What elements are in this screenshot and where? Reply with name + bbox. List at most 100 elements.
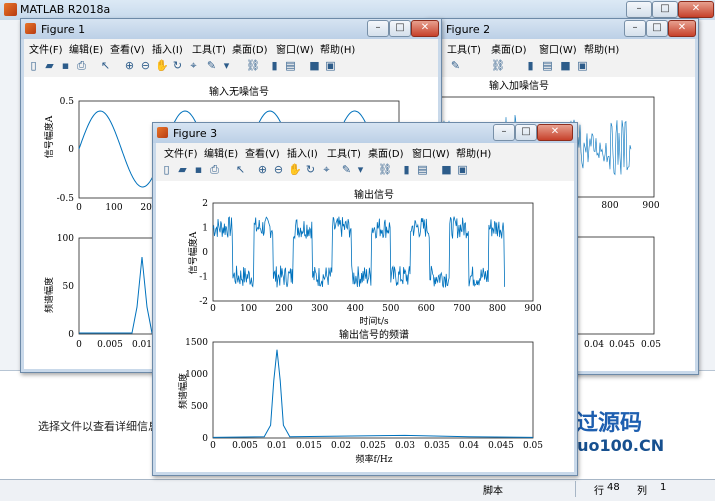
fig3-plot2-xtick: 0.03 bbox=[395, 441, 415, 451]
open-icon[interactable]: ▰ bbox=[176, 163, 189, 176]
fig2-minimize-button[interactable]: – bbox=[624, 20, 646, 37]
hide-plot-tools-icon[interactable]: ■ bbox=[308, 59, 321, 72]
pointer-icon[interactable]: ↖ bbox=[234, 163, 247, 176]
fig2-xtick: 0.05 bbox=[641, 340, 661, 350]
legend-icon[interactable]: ▤ bbox=[416, 163, 429, 176]
dropdown-arrow-icon[interactable]: ▾ bbox=[354, 163, 367, 176]
menu-help[interactable]: 帮助(H) bbox=[456, 145, 491, 160]
fig3-maximize-button[interactable]: □ bbox=[515, 124, 537, 141]
colorbar-icon[interactable]: ▮ bbox=[268, 59, 281, 72]
fig3-plot2-xtick: 0.05 bbox=[523, 441, 543, 451]
menu-insert[interactable]: 插入(I) bbox=[152, 41, 183, 56]
fig3-toolbar: ▯ ▰ ▪ ⎙ ↖ ⊕ ⊖ ✋ ↻ ⌖ ✎ ▾ ⛓ ▮ ▤ ■ ▣ bbox=[156, 160, 574, 182]
fig3-plot1-title: 输出信号 bbox=[354, 188, 394, 201]
menu-window[interactable]: 窗口(W) bbox=[276, 41, 314, 56]
fig3-plot2-ytick: 1500 bbox=[185, 338, 208, 348]
details-placeholder-text: 选择文件以查看详细信息 bbox=[38, 420, 159, 433]
menu-desktop[interactable]: 桌面(D) bbox=[491, 41, 527, 56]
link-icon[interactable]: ⛓ bbox=[491, 59, 505, 72]
hide-plot-tools-icon[interactable]: ■ bbox=[559, 59, 572, 72]
fig1-toolbar: ▯ ▰ ▪ ⎙ ↖ ⊕ ⊖ ✋ ↻ ⌖ ✎ ▾ ⛓ ▮ ▤ ■ ▣ bbox=[24, 56, 438, 78]
menu-view[interactable]: 查看(V) bbox=[110, 41, 145, 56]
menu-file[interactable]: 文件(F) bbox=[29, 41, 63, 56]
menu-help[interactable]: 帮助(H) bbox=[320, 41, 355, 56]
link-icon[interactable]: ⛓ bbox=[378, 163, 392, 176]
menu-tools[interactable]: 工具(T) bbox=[192, 41, 226, 56]
show-plot-tools-icon[interactable]: ▣ bbox=[576, 59, 589, 72]
zoom-out-icon[interactable]: ⊖ bbox=[139, 59, 152, 72]
pan-icon[interactable]: ✋ bbox=[288, 163, 302, 176]
fig1-ytick: 0 bbox=[68, 145, 74, 155]
fig3-plot1-xtick: 700 bbox=[453, 304, 470, 314]
show-plot-tools-icon[interactable]: ▣ bbox=[324, 59, 337, 72]
menu-tools[interactable]: 工具(T) bbox=[447, 41, 481, 56]
status-row-value: 48 bbox=[607, 482, 620, 493]
close-button[interactable]: ✕ bbox=[678, 1, 714, 18]
fig1-plot2-ylabel: 频谱幅度 bbox=[43, 277, 55, 313]
save-icon[interactable]: ▪ bbox=[192, 163, 205, 176]
legend-icon[interactable]: ▤ bbox=[541, 59, 554, 72]
dropdown-arrow-icon[interactable]: ▾ bbox=[220, 59, 233, 72]
menu-tools[interactable]: 工具(T) bbox=[327, 145, 361, 160]
show-plot-tools-icon[interactable]: ▣ bbox=[456, 163, 469, 176]
brush-icon[interactable]: ✎ bbox=[449, 59, 462, 72]
fig1-close-button[interactable]: ✕ bbox=[411, 20, 439, 37]
hide-plot-tools-icon[interactable]: ■ bbox=[440, 163, 453, 176]
zoom-in-icon[interactable]: ⊕ bbox=[123, 59, 136, 72]
fig3-plot2-xlabel: 频率f/Hz bbox=[356, 453, 393, 465]
data-cursor-icon[interactable]: ⌖ bbox=[320, 163, 333, 176]
rotate-icon[interactable]: ↻ bbox=[304, 163, 317, 176]
new-figure-icon[interactable]: ▯ bbox=[27, 59, 40, 72]
brush-icon[interactable]: ✎ bbox=[205, 59, 218, 72]
zoom-in-icon[interactable]: ⊕ bbox=[256, 163, 269, 176]
menu-window[interactable]: 窗口(W) bbox=[412, 145, 450, 160]
pan-icon[interactable]: ✋ bbox=[155, 59, 169, 72]
fig2-close-button[interactable]: ✕ bbox=[668, 20, 696, 37]
legend-icon[interactable]: ▤ bbox=[284, 59, 297, 72]
menu-window[interactable]: 窗口(W) bbox=[539, 41, 577, 56]
menu-desktop[interactable]: 桌面(D) bbox=[368, 145, 404, 160]
colorbar-icon[interactable]: ▮ bbox=[524, 59, 537, 72]
link-icon[interactable]: ⛓ bbox=[246, 59, 260, 72]
fig1-menubar: 文件(F) 编辑(E) 查看(V) 插入(I) 工具(T) 桌面(D) 窗口(W… bbox=[24, 39, 438, 56]
menu-edit[interactable]: 编辑(E) bbox=[69, 41, 103, 56]
fig3-canvas: 输出信号 信号幅度A 2 1 0 -1 -2 0 100 200 300 400 500 600 70… bbox=[156, 181, 574, 472]
minimize-button[interactable]: – bbox=[626, 1, 652, 18]
fig1-maximize-button[interactable]: □ bbox=[389, 20, 411, 37]
menu-edit[interactable]: 编辑(E) bbox=[204, 145, 238, 160]
fig1-ytick: -0.5 bbox=[57, 194, 75, 204]
fig2-toolbar: ✎ ⛓ ▮ ▤ ■ ▣ bbox=[429, 56, 695, 78]
fig1-xtick: 0.005 bbox=[97, 340, 123, 350]
fig3-close-button[interactable]: ✕ bbox=[537, 124, 573, 141]
save-icon[interactable]: ▪ bbox=[59, 59, 72, 72]
figure-3-title-bar: Figure 3 – □ ✕ bbox=[153, 123, 577, 143]
menu-desktop[interactable]: 桌面(D) bbox=[232, 41, 268, 56]
maximize-button[interactable]: □ bbox=[652, 1, 678, 18]
open-icon[interactable]: ▰ bbox=[43, 59, 56, 72]
brush-icon[interactable]: ✎ bbox=[340, 163, 353, 176]
fig1-xtick: 0 bbox=[76, 340, 82, 350]
figure-1-title: Figure 1 bbox=[41, 23, 86, 36]
rotate-icon[interactable]: ↻ bbox=[171, 59, 184, 72]
fig3-plot1-xtick: 900 bbox=[524, 304, 541, 314]
print-icon[interactable]: ⎙ bbox=[75, 59, 88, 72]
fig2-maximize-button[interactable]: □ bbox=[646, 20, 668, 37]
print-icon[interactable]: ⎙ bbox=[208, 163, 221, 176]
fig2-menubar: 工具(T) 桌面(D) 窗口(W) 帮助(H) bbox=[429, 39, 695, 56]
matlab-logo-icon bbox=[4, 3, 17, 16]
fig3-plot1-ytick: -1 bbox=[199, 273, 208, 283]
menu-insert[interactable]: 插入(I) bbox=[287, 145, 318, 160]
status-script-label: 脚本 bbox=[483, 486, 503, 497]
colorbar-icon[interactable]: ▮ bbox=[400, 163, 413, 176]
fig1-minimize-button[interactable]: – bbox=[367, 20, 389, 37]
menu-view[interactable]: 查看(V) bbox=[245, 145, 280, 160]
figure-3-window[interactable]: Figure 3 – □ ✕ 文件(F) 编辑(E) 查看(V) 插入(I) 工… bbox=[152, 122, 578, 476]
status-col-label: 列 bbox=[637, 486, 647, 497]
new-figure-icon[interactable]: ▯ bbox=[160, 163, 173, 176]
menu-file[interactable]: 文件(F) bbox=[164, 145, 198, 160]
pointer-icon[interactable]: ↖ bbox=[99, 59, 112, 72]
menu-help[interactable]: 帮助(H) bbox=[584, 41, 619, 56]
zoom-out-icon[interactable]: ⊖ bbox=[272, 163, 285, 176]
fig3-minimize-button[interactable]: – bbox=[493, 124, 515, 141]
data-cursor-icon[interactable]: ⌖ bbox=[187, 59, 200, 72]
